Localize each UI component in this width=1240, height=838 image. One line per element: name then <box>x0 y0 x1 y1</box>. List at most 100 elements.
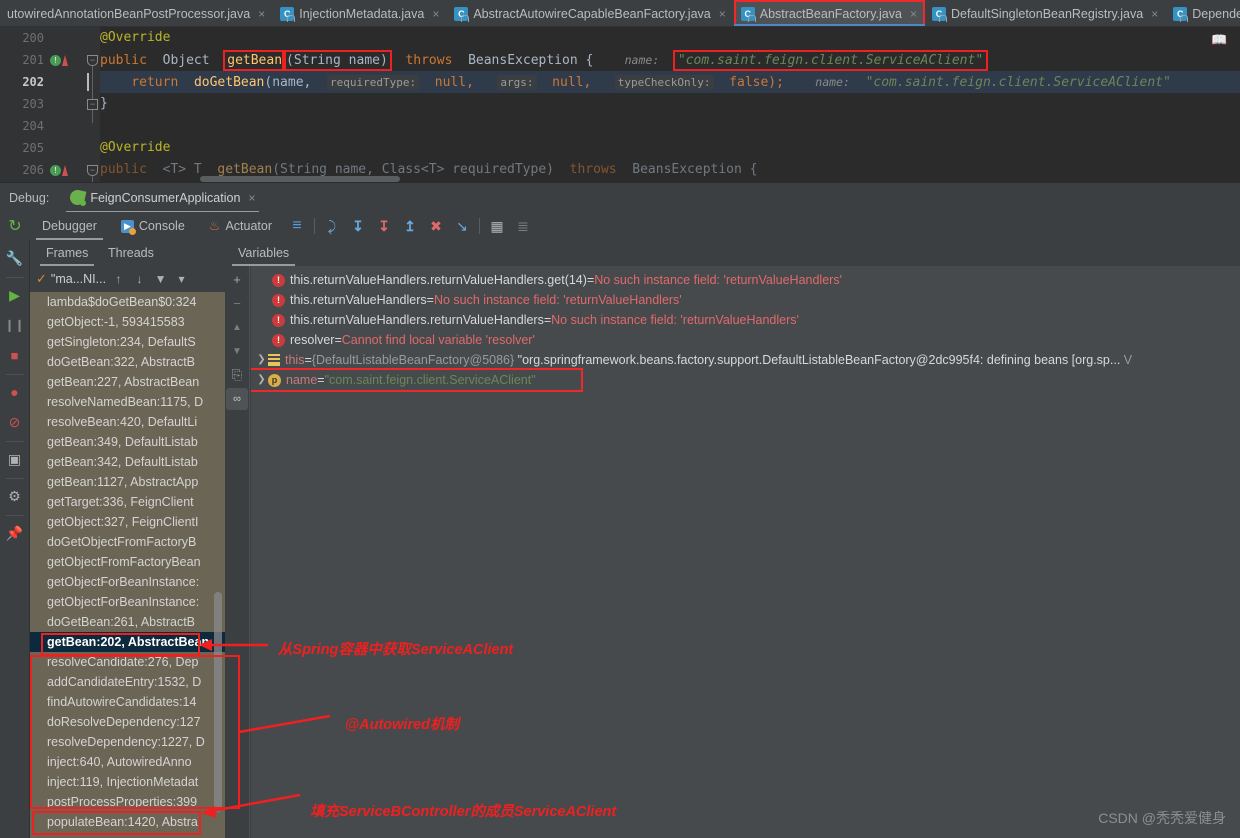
tab-debugger[interactable]: Debugger <box>30 212 109 240</box>
frames-panel[interactable]: ✓ "ma...NI... ↑ ↓ ▼ ▾ lambda$doGetBean$0… <box>30 266 225 838</box>
editor-tab-injection-metadata[interactable]: C InjectionMetadata.java × <box>273 0 447 26</box>
expand-arrow-icon[interactable]: ❯ <box>255 370 268 390</box>
breakpoint-icon[interactable]: ! <box>50 54 61 66</box>
frame-item[interactable]: getBean:227, AbstractBean <box>30 372 225 392</box>
settings-gear-icon[interactable]: ⚙ <box>2 482 28 510</box>
frame-item-selected[interactable]: getBean:202, AbstractBean <box>30 632 225 652</box>
variable-row-name[interactable]: ❯ p name = "com.saint.feign.client.Servi… <box>251 368 583 392</box>
editor-tab-default-singleton-bean-registry[interactable]: C DefaultSingletonBeanRegistry.java × <box>925 0 1166 26</box>
frame-item[interactable]: getObject:-1, 593415583 <box>30 312 225 332</box>
close-icon[interactable]: × <box>910 7 917 21</box>
frame-item[interactable]: lambda$doGetBean$0:324 <box>30 292 225 312</box>
frame-item[interactable]: doResolveDependency:127 <box>30 712 225 732</box>
frame-item[interactable]: resolveCandidate:276, Dep <box>30 652 225 672</box>
frames-down-icon[interactable]: ↓ <box>131 272 148 286</box>
close-icon[interactable]: × <box>1151 7 1158 21</box>
frame-item[interactable]: getBean:349, DefaultListab <box>30 432 225 452</box>
frame-item[interactable]: resolveDependency:1227, D <box>30 732 225 752</box>
variable-row-this[interactable]: ❯ this = {DefaultListableBeanFactory@508… <box>251 350 1240 370</box>
frame-item[interactable]: postProcessProperties:399 <box>30 792 225 812</box>
frame-item[interactable]: resolveNamedBean:1175, D <box>30 392 225 412</box>
frames-dropdown-icon[interactable]: ▾ <box>173 272 190 286</box>
expand-arrow-icon[interactable]: ❯ <box>255 350 268 370</box>
frame-item[interactable]: getBean:342, DefaultListab <box>30 452 225 472</box>
step-out-icon[interactable]: ↥ <box>397 212 423 240</box>
frame-item[interactable]: inject:119, InjectionMetadat <box>30 772 225 792</box>
editor-tab-abstract-autowire-capable-bean-factory[interactable]: C AbstractAutowireCapableBeanFactory.jav… <box>447 0 733 26</box>
remove-watch-icon[interactable]: − <box>226 292 248 314</box>
debug-session-tab[interactable]: FeignConsumerApplication × <box>66 183 260 213</box>
move-down-icon[interactable]: ▼ <box>226 340 248 362</box>
tab-label: Debugger <box>42 219 97 233</box>
variable-row[interactable]: ! resolver = Cannot find local variable … <box>251 330 1240 350</box>
frame-item[interactable]: getSingleton:234, DefaultS <box>30 332 225 352</box>
fold-collapse-icon[interactable]: − <box>87 165 98 176</box>
show-execution-point-icon[interactable]: ≡ <box>284 212 310 240</box>
settings-layout-icon[interactable]: ≣ <box>510 212 536 240</box>
frame-item[interactable]: resolveBean:420, DefaultLi <box>30 412 225 432</box>
frame-item[interactable]: findAutowireCandidates:14 <box>30 692 225 712</box>
frame-item[interactable]: doGetObjectFromFactoryB <box>30 532 225 552</box>
editor-code-area[interactable]: @Override public Object getBean (String n… <box>87 27 1240 182</box>
editor-tab-dependency-descriptor[interactable]: C DependencyDescripto <box>1166 0 1240 26</box>
frame-item[interactable]: populateBean:1420, Abstra <box>30 812 225 832</box>
watches-icon[interactable]: ∞ <box>226 388 248 410</box>
variables-panel[interactable]: ! this.returnValueHandlers.returnValueHa… <box>251 266 1240 838</box>
editor-gutter[interactable]: 200 201 ! 202 203 204 205 206 ! <box>0 27 86 182</box>
editor-tab-abstract-bean-factory[interactable]: C AbstractBeanFactory.java × <box>733 0 926 26</box>
force-step-into-icon[interactable]: ↧ <box>371 212 397 240</box>
view-breakpoints-icon[interactable]: ● <box>2 378 28 406</box>
tab-frames[interactable]: Frames <box>38 240 96 266</box>
editor-tab-autowired-annotation-bean-post-processor[interactable]: utowiredAnnotationBeanPostProcessor.java… <box>0 0 273 26</box>
gutter-line: 200 <box>0 27 86 49</box>
documentation-icon[interactable]: 📖 <box>1211 33 1227 48</box>
rerun-icon[interactable]: ↻ <box>0 216 30 236</box>
breakpoint-icon[interactable]: ! <box>50 164 61 176</box>
run-to-cursor-icon[interactable]: ↘ <box>449 212 475 240</box>
frames-stack-list[interactable]: lambda$doGetBean$0:324 getObject:-1, 593… <box>30 292 225 838</box>
frame-item[interactable]: inject:640, AutowiredAnno <box>30 752 225 772</box>
close-icon[interactable]: × <box>248 191 255 205</box>
close-icon[interactable]: × <box>432 7 439 21</box>
move-up-icon[interactable]: ▲ <box>226 316 248 338</box>
frame-item[interactable]: addCandidateEntry:1532, D <box>30 672 225 692</box>
add-watch-icon[interactable]: + <box>226 268 248 290</box>
variable-row[interactable]: ! this.returnValueHandlers.returnValueHa… <box>251 270 1240 290</box>
pause-program-icon[interactable]: ❙❙ <box>2 311 28 339</box>
frame-item[interactable]: getObjectFromFactoryBean <box>30 552 225 572</box>
thread-selector[interactable]: ✓ "ma...NI... ↑ ↓ ▼ ▾ <box>30 266 225 292</box>
frames-filter-icon[interactable]: ▼ <box>152 272 169 286</box>
wrench-icon[interactable]: 🔧 <box>2 244 28 272</box>
stop-icon[interactable]: ■ <box>2 341 28 369</box>
resume-program-icon[interactable]: ▶ <box>2 281 28 309</box>
close-icon[interactable]: × <box>719 7 726 21</box>
camera-icon[interactable]: ▣ <box>2 445 28 473</box>
frames-scrollbar[interactable] <box>214 592 222 812</box>
frame-item[interactable]: doGetBean:322, AbstractB <box>30 352 225 372</box>
tab-actuator[interactable]: ♨ Actuator <box>197 212 284 240</box>
frames-up-icon[interactable]: ↑ <box>110 272 127 286</box>
drop-frame-icon[interactable]: ✖ <box>423 212 449 240</box>
frame-item[interactable]: getTarget:336, FeignClient <box>30 492 225 512</box>
fold-collapse-icon[interactable]: − <box>87 99 98 110</box>
editor-fold-column[interactable]: − − − <box>86 27 100 182</box>
frame-item[interactable]: getObject:327, FeignClientI <box>30 512 225 532</box>
mute-breakpoints-icon[interactable]: ⊘ <box>2 408 28 436</box>
tab-console[interactable]: ▶ Console <box>109 212 197 240</box>
pin-icon[interactable]: 📌 <box>2 519 28 547</box>
frame-item[interactable]: getObjectForBeanInstance: <box>30 592 225 612</box>
variable-row[interactable]: ! this.returnValueHandlers = No such ins… <box>251 290 1240 310</box>
step-over-icon[interactable]: ⤸ <box>319 212 345 240</box>
tab-threads[interactable]: Threads <box>100 240 162 266</box>
copy-icon[interactable]: ⎘ <box>226 364 248 386</box>
frame-item[interactable]: doGetBean:261, AbstractB <box>30 612 225 632</box>
fold-collapse-icon[interactable]: − <box>87 55 98 66</box>
code-editor[interactable]: 200 201 ! 202 203 204 205 206 ! − − − @O… <box>0 27 1240 182</box>
step-into-icon[interactable]: ↧ <box>345 212 371 240</box>
frame-item[interactable]: getObjectForBeanInstance: <box>30 572 225 592</box>
tab-variables[interactable]: Variables <box>230 240 297 266</box>
close-icon[interactable]: × <box>258 7 265 21</box>
evaluate-expression-icon[interactable]: ▦ <box>484 212 510 240</box>
variable-row[interactable]: ! this.returnValueHandlers.returnValueHa… <box>251 310 1240 330</box>
frame-item[interactable]: getBean:1127, AbstractApp <box>30 472 225 492</box>
